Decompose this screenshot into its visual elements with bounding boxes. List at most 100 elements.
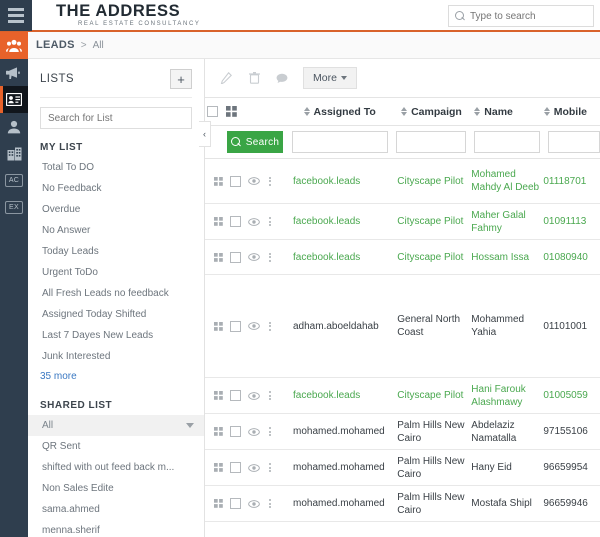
rail-item-leads[interactable] — [0, 32, 28, 59]
show-more-lists-link[interactable]: 35 more — [28, 367, 204, 387]
rail-item-ex[interactable]: EX — [0, 194, 28, 221]
rail-item-contacts[interactable] — [0, 86, 28, 113]
grid-columns-icon[interactable] — [214, 321, 223, 331]
rail-item-campaigns[interactable] — [0, 59, 28, 86]
sidebar-item-junk-interested[interactable]: Junk Interested — [28, 346, 204, 367]
eye-icon[interactable] — [248, 463, 260, 472]
add-list-button[interactable]: + — [170, 69, 192, 89]
row-menu-icon[interactable] — [267, 176, 273, 186]
row-checkbox[interactable] — [230, 175, 241, 187]
contact-card-icon — [6, 93, 22, 106]
global-search[interactable] — [448, 5, 594, 27]
row-checkbox[interactable] — [230, 251, 241, 263]
row-checkbox[interactable] — [230, 426, 241, 437]
row-menu-icon[interactable] — [267, 427, 273, 436]
grid-columns-icon[interactable] — [214, 176, 223, 186]
row-checkbox[interactable] — [230, 216, 241, 227]
sidebar-item-last-7-dayes-new-leads[interactable]: Last 7 Dayes New Leads — [28, 325, 204, 346]
ex-badge: EX — [5, 201, 23, 214]
sidebar-item-all-fresh-leads[interactable]: All Fresh Leads no feedback — [28, 283, 204, 304]
cell-mobile: 01118701 — [543, 175, 587, 187]
table-row[interactable]: adham.aboeldahab General North Coast Moham… — [205, 275, 600, 378]
search-icon — [455, 11, 465, 21]
global-search-input[interactable] — [470, 10, 588, 22]
sidebar-item-shifted-no-feedback[interactable]: shifted with out feed back m... — [28, 457, 204, 478]
eye-icon[interactable] — [248, 322, 260, 330]
filter-campaign[interactable] — [396, 131, 466, 153]
row-checkbox[interactable] — [230, 462, 241, 473]
filter-name[interactable] — [474, 131, 540, 153]
rail-item-ac[interactable]: AC — [0, 167, 28, 194]
row-menu-icon[interactable] — [267, 499, 273, 508]
sidebar-item-today-leads[interactable]: Today Leads — [28, 241, 204, 262]
hamburger-icon[interactable] — [0, 0, 32, 31]
table-row[interactable]: facebook.leads Cityscape Pilot Mohamed Mah… — [205, 159, 600, 204]
grid-columns-icon[interactable] — [214, 391, 223, 400]
sidebar-item-sama-ahmed[interactable]: sama.ahmed — [28, 499, 204, 520]
grid-columns-icon[interactable] — [214, 427, 223, 436]
columns-toggle[interactable] — [221, 106, 242, 117]
grid-columns-icon[interactable] — [214, 499, 223, 508]
sidebar-item-no-answer[interactable]: No Answer — [28, 220, 204, 241]
column-header-campaign[interactable]: Campaign — [401, 106, 474, 118]
more-actions-button[interactable]: More — [303, 67, 357, 89]
row-menu-icon[interactable] — [267, 252, 273, 262]
row-menu-icon[interactable] — [267, 217, 273, 226]
search-button[interactable]: Search — [227, 131, 283, 153]
sidebar-item-no-feedback[interactable]: No Feedback — [28, 178, 204, 199]
cell-name: Hossam Issa — [471, 251, 530, 263]
shared-list-selector[interactable]: All — [28, 415, 204, 436]
filter-mobile[interactable] — [548, 131, 600, 153]
row-checkbox[interactable] — [230, 498, 241, 509]
pencil-icon[interactable] — [213, 66, 239, 90]
eye-icon[interactable] — [248, 427, 260, 436]
column-header-name[interactable]: Name — [474, 106, 543, 118]
sidebar-item-menna-sherif[interactable]: menna.sherif — [28, 520, 204, 537]
rail-item-user[interactable] — [0, 113, 28, 140]
sidebar-item-urgent-todo[interactable]: Urgent ToDo — [28, 262, 204, 283]
table-row[interactable]: facebook.leads Cityscape Pilot Hossam Issa… — [205, 240, 600, 275]
grid-columns-icon[interactable] — [214, 463, 223, 472]
cell-campaign: Cityscape Pilot — [397, 390, 464, 401]
sidebar-item-qr-sent[interactable]: QR Sent — [28, 436, 204, 457]
row-checkbox[interactable] — [230, 320, 241, 332]
table-row[interactable]: facebook.leads Cityscape Pilot Maher Galal… — [205, 204, 600, 240]
list-search[interactable] — [40, 107, 192, 129]
breadcrumb-root[interactable]: LEADS — [36, 39, 75, 51]
select-all-checkbox[interactable] — [207, 106, 219, 117]
brand-logo[interactable]: THE ADDRESS REAL ESTATE CONSULTANCY — [56, 3, 200, 28]
eye-icon[interactable] — [248, 217, 260, 226]
grid-columns-icon[interactable] — [214, 217, 223, 226]
column-header-mobile[interactable]: Mobile — [543, 106, 600, 118]
table-row[interactable]: facebook.leads Cityscape Pilot Hani Farouk… — [205, 378, 600, 414]
comment-icon[interactable] — [269, 66, 295, 90]
grid-columns-icon[interactable] — [214, 252, 223, 262]
breadcrumb-leaf[interactable]: All — [93, 40, 104, 51]
rail-item-projects[interactable] — [0, 140, 28, 167]
ac-badge: AC — [4, 174, 24, 187]
column-header-assigned-to[interactable]: Assigned To — [303, 106, 402, 118]
row-checkbox[interactable] — [230, 390, 241, 401]
sidebar-item-non-sales-edite[interactable]: Non Sales Edite — [28, 478, 204, 499]
eye-icon[interactable] — [248, 177, 260, 185]
eye-icon[interactable] — [248, 391, 260, 400]
sidebar-item-total-to-do[interactable]: Total To DO — [28, 157, 204, 178]
eye-icon[interactable] — [248, 253, 260, 261]
table-row[interactable]: mohamed.mohamed Palm Hills New Cairo Hany … — [205, 450, 600, 486]
filter-assigned-to[interactable] — [292, 131, 388, 153]
table-row[interactable]: mohamed.mohamed Palm Hills New Cairo Mosta… — [205, 486, 600, 522]
trash-icon[interactable] — [241, 66, 267, 90]
eye-icon[interactable] — [248, 499, 260, 508]
table-row[interactable]: mohamed.mohamed Palm Hills New Cairo Abdel… — [205, 414, 600, 450]
cell-mobile: 96659954 — [543, 462, 588, 473]
sidebar-collapse-handle[interactable]: ‹ — [199, 121, 211, 147]
sidebar-item-overdue[interactable]: Overdue — [28, 199, 204, 220]
row-menu-icon[interactable] — [267, 321, 273, 331]
more-actions-label: More — [313, 72, 337, 84]
chevron-down-icon — [340, 76, 347, 80]
row-menu-icon[interactable] — [267, 463, 273, 472]
row-menu-icon[interactable] — [267, 391, 273, 400]
cell-assigned-to: mohamed.mohamed — [293, 462, 385, 473]
sidebar-item-assigned-today-shifted[interactable]: Assigned Today Shifted — [28, 304, 204, 325]
list-search-input[interactable] — [48, 112, 184, 124]
